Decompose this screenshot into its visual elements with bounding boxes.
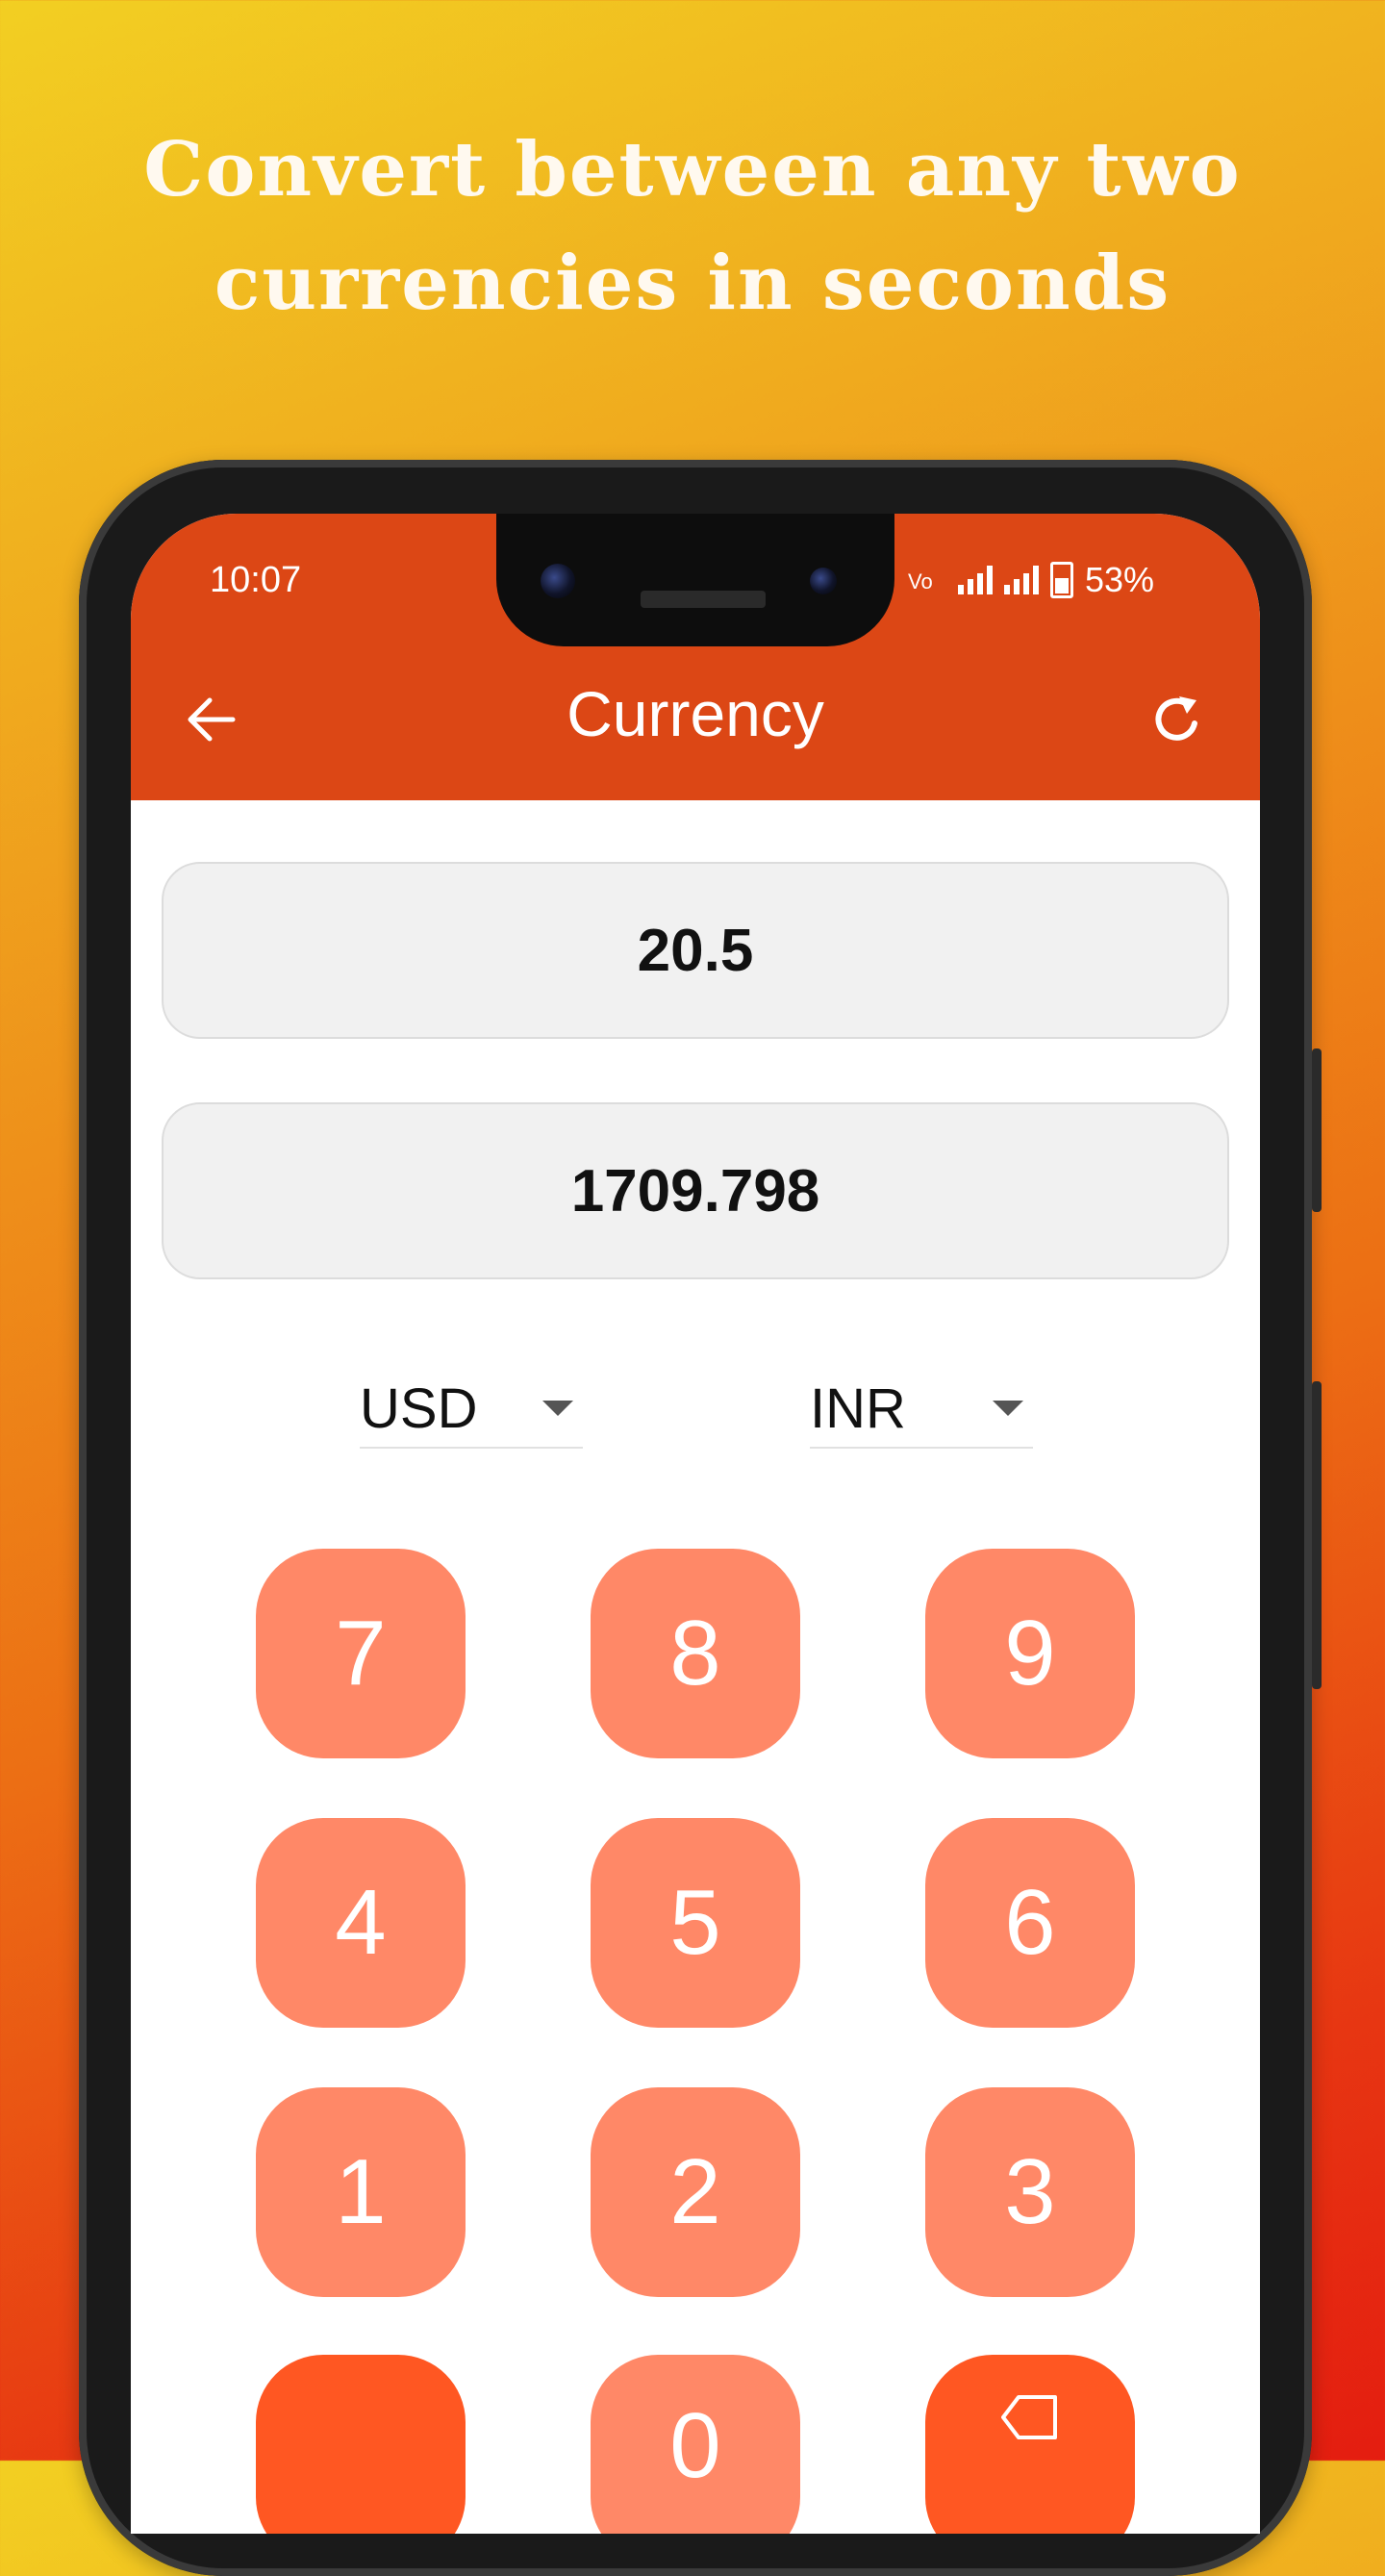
status-time: 10:07: [210, 560, 302, 600]
key-9[interactable]: 9: [925, 1549, 1135, 1758]
key-decimal[interactable]: [256, 2355, 466, 2534]
svg-text:Vo: Vo: [908, 569, 933, 593]
backspace-icon: [1001, 2395, 1057, 2439]
promo-headline-line1: Convert between any two: [143, 126, 1242, 214]
key-5[interactable]: 5: [591, 1818, 800, 2028]
signal-icon: [1004, 566, 1039, 594]
front-camera-icon: [541, 564, 575, 598]
promo-headline: Convert between any two currencies in se…: [0, 114, 1385, 341]
earpiece-speaker: [641, 591, 766, 608]
page-title: Currency: [567, 678, 824, 749]
battery-percentage: 53%: [1085, 560, 1155, 599]
app-screen: 10:07 Vo 53% Currency 20.5 1709.798 USD …: [131, 514, 1260, 2534]
battery-icon: [1050, 562, 1073, 598]
status-icons: Vo 53%: [908, 560, 1154, 600]
key-3[interactable]: 3: [925, 2087, 1135, 2297]
camera-notch: [496, 514, 894, 646]
phone-side-button: [1312, 1048, 1322, 1212]
volte-icon: Vo: [908, 569, 933, 593]
amount-input[interactable]: 20.5: [162, 862, 1229, 1039]
signal-icon: [958, 566, 993, 594]
key-4[interactable]: 4: [256, 1818, 466, 2028]
key-7[interactable]: 7: [256, 1549, 466, 1758]
to-currency-label: INR: [810, 1376, 906, 1440]
key-8[interactable]: 8: [591, 1549, 800, 1758]
key-1[interactable]: 1: [256, 2087, 466, 2297]
promo-headline-line2: currencies in seconds: [214, 240, 1171, 327]
key-0[interactable]: 0: [591, 2355, 800, 2534]
from-currency-label: USD: [360, 1376, 478, 1440]
key-6[interactable]: 6: [925, 1818, 1135, 2028]
chevron-down-icon: [542, 1401, 573, 1416]
chevron-down-icon: [993, 1401, 1023, 1416]
sensor-icon: [810, 568, 837, 594]
phone-side-button: [1312, 1381, 1322, 1689]
refresh-icon[interactable]: [1148, 691, 1206, 748]
from-currency-select[interactable]: USD: [360, 1370, 583, 1449]
key-2[interactable]: 2: [591, 2087, 800, 2297]
converted-result-field: 1709.798: [162, 1102, 1229, 1279]
app-bar: 10:07 Vo 53% Currency: [131, 514, 1260, 800]
to-currency-select[interactable]: INR: [810, 1370, 1033, 1449]
backspace-key[interactable]: [925, 2355, 1135, 2534]
